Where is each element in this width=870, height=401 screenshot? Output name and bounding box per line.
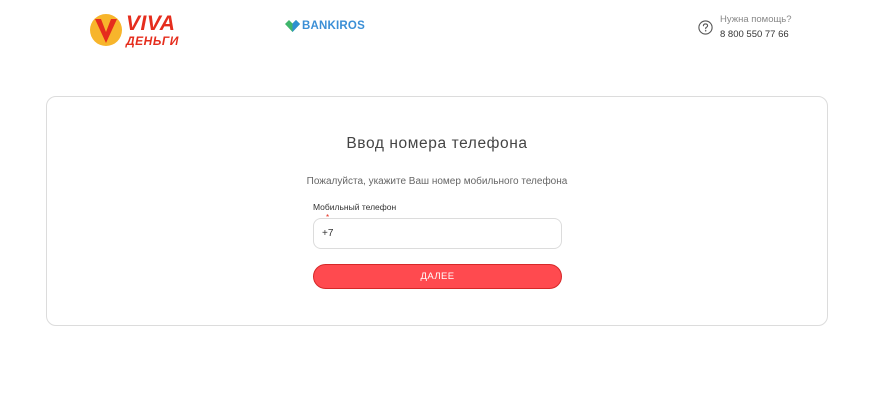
help-label: Нужна помощь? — [720, 14, 792, 25]
page-title: Ввод номера телефона — [346, 135, 528, 152]
help-phone[interactable]: 8 800 550 77 66 — [720, 29, 792, 42]
form-subtitle: Пожалуйста, укажите Ваш номер мобильного… — [306, 176, 568, 187]
viva-sub: ДЕНЬГИ — [126, 34, 179, 48]
viva-v-mark-icon — [90, 14, 122, 46]
submit-button[interactable]: ДАЛЕЕ — [313, 264, 562, 289]
viva-logo[interactable]: VIVA ДЕНЬГИ — [89, 11, 189, 49]
question-circle-icon — [698, 20, 713, 35]
bankiros-logo[interactable]: BANKIROS — [285, 18, 365, 34]
bankiros-word: BANKIROS — [302, 20, 365, 32]
help-contact[interactable]: Нужна помощь? 8 800 550 77 66 — [698, 14, 792, 42]
phone-entry-card: Ввод номера телефона Пожалуйста, укажите… — [46, 96, 828, 326]
viva-word: VIVA — [126, 12, 176, 35]
header: VIVA ДЕНЬГИ BANKIROS Нужна помощь? 8 800… — [0, 0, 870, 60]
help-text: Нужна помощь? 8 800 550 77 66 — [720, 14, 792, 42]
page: VIVA ДЕНЬГИ BANKIROS Нужна помощь? 8 800… — [0, 0, 870, 401]
viva-wordmark: VIVA ДЕНЬГИ — [126, 13, 179, 47]
bankiros-mark-icon — [285, 20, 300, 32]
phone-input[interactable] — [313, 218, 562, 249]
phone-field-label: Мобильный телефон — [313, 202, 397, 212]
